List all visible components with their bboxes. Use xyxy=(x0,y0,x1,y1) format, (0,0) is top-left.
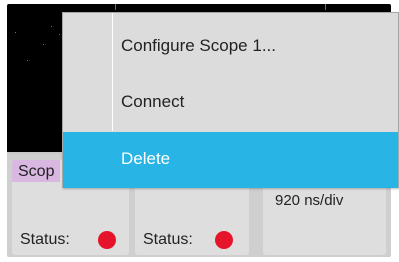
scope-badge-title: Scop xyxy=(12,160,61,182)
status-indicator-icon xyxy=(215,231,233,249)
menu-item-connect[interactable]: Connect xyxy=(63,87,398,117)
status-indicator-icon xyxy=(98,231,116,249)
grid-dot xyxy=(43,44,44,45)
menu-item-configure-scope[interactable]: Configure Scope 1... xyxy=(63,31,398,61)
status-label: Status: xyxy=(143,231,193,248)
grid-dot xyxy=(15,32,16,33)
grid-dot xyxy=(27,60,28,61)
grid-dot xyxy=(51,26,52,27)
timebase-readout: 920 ns/div xyxy=(275,192,344,209)
status-label: Status: xyxy=(20,231,70,248)
context-menu: Configure Scope 1... Connect Delete xyxy=(62,12,399,188)
grid-dot xyxy=(59,34,60,35)
menu-item-delete[interactable]: Delete xyxy=(63,132,398,188)
grid-tick xyxy=(325,4,326,10)
grid-tick xyxy=(115,4,116,10)
